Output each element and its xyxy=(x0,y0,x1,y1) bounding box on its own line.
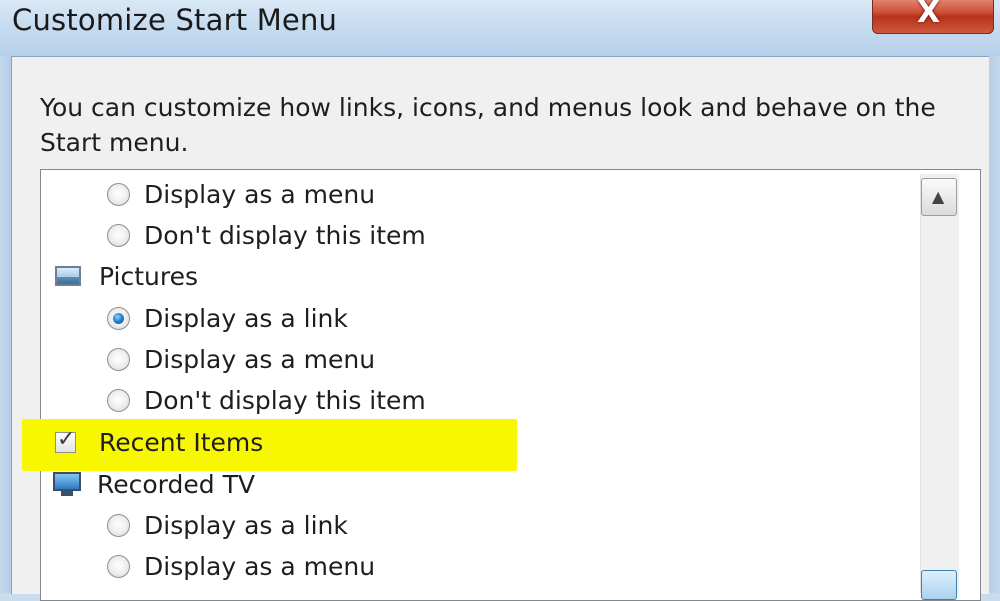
list-item-option[interactable]: Don't display this item xyxy=(107,215,426,255)
radio-button[interactable] xyxy=(107,513,130,537)
option-label: Don't display this item xyxy=(144,220,426,250)
option-label: Recent Items xyxy=(99,427,264,457)
option-label: Display as a link xyxy=(144,303,348,333)
option-label: Display as a menu xyxy=(144,344,376,374)
list-item-option[interactable]: Display as a link xyxy=(107,505,348,545)
option-label: Display as a menu xyxy=(144,179,376,209)
close-icon: X xyxy=(917,0,941,30)
dialog-client-area: You can customize how links, icons, and … xyxy=(11,56,989,601)
list-item-option[interactable]: Display as a menu xyxy=(107,339,375,379)
window-frame-right xyxy=(988,56,1000,593)
radio-button[interactable] xyxy=(107,347,130,371)
title-bar: Customize Start Menu X xyxy=(0,0,1000,56)
list-group-pictures: Pictures xyxy=(55,256,198,296)
list-item-recent-items[interactable]: Recent Items xyxy=(55,422,263,462)
list-item-option[interactable]: Display as a menu xyxy=(107,174,375,214)
close-button[interactable]: X xyxy=(872,0,994,34)
option-label: Display as a menu xyxy=(144,551,376,581)
list-item-option[interactable]: Don't display this item xyxy=(107,380,426,420)
scrollbar-thumb[interactable] xyxy=(921,570,957,600)
radio-button[interactable] xyxy=(107,388,130,412)
tv-icon xyxy=(53,472,81,496)
window-frame-left xyxy=(0,56,11,593)
scroll-up-button[interactable]: ▲ xyxy=(921,178,957,216)
group-label: Pictures xyxy=(99,261,198,291)
list-item-option[interactable]: Display as a menu xyxy=(107,546,375,586)
radio-button-selected[interactable] xyxy=(107,306,130,330)
group-label: Recorded TV xyxy=(97,469,255,499)
window-title: Customize Start Menu xyxy=(12,3,338,37)
vertical-scrollbar[interactable]: ▲ xyxy=(920,174,959,600)
recent-items-checkbox[interactable] xyxy=(55,427,76,453)
dialog-description: You can customize how links, icons, and … xyxy=(40,93,936,157)
list-item-option[interactable]: Display as a link xyxy=(107,298,348,338)
radio-button[interactable] xyxy=(107,554,130,578)
start-menu-options-list[interactable]: Display as a menu Don't display this ite… xyxy=(22,169,981,601)
radio-button[interactable] xyxy=(107,223,130,247)
radio-button[interactable] xyxy=(107,182,130,206)
list-group-recorded-tv: Recorded TV xyxy=(53,464,255,504)
option-label: Display as a link xyxy=(144,510,348,540)
option-label: Don't display this item xyxy=(144,385,426,415)
pictures-icon xyxy=(55,266,81,286)
arrow-up-icon: ▲ xyxy=(932,187,945,206)
